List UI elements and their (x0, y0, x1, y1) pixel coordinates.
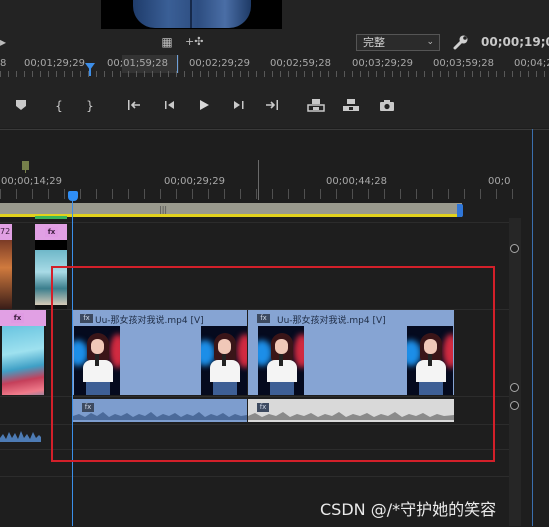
fx-badge: fx (45, 227, 58, 237)
ruler-tick: 00;02;29;29 (189, 58, 251, 69)
clip-label: 72 (0, 224, 12, 240)
timeline-playhead[interactable] (68, 191, 78, 201)
vertical-zoom-scrollbar[interactable] (509, 218, 521, 526)
work-area-grip-icon[interactable]: ||| (159, 205, 167, 214)
clip-thumbnail (0, 240, 12, 309)
quality-value: 完整 (363, 36, 385, 49)
annotation-highlight-box (51, 266, 495, 462)
watermark-text: CSDN @/*守护她的笑容 (320, 500, 497, 519)
program-preview (101, 0, 282, 29)
ruler-tick: 8 (0, 58, 7, 69)
sequence-marker[interactable] (22, 161, 29, 170)
scrollbar-handle[interactable] (510, 401, 519, 410)
frame-icon[interactable]: ▦ (159, 35, 175, 49)
monitor-time-ruler[interactable] (0, 71, 549, 77)
audio-waveform (0, 431, 41, 442)
ruler-tick: 00;02;59;28 (270, 58, 332, 69)
extract-icon[interactable] (342, 98, 360, 114)
track-divider (0, 476, 513, 477)
audio-clip-fragment[interactable] (0, 426, 41, 447)
timeline-ruler-tick: 00;0 (488, 176, 511, 187)
mark-out-icon[interactable]: } (81, 98, 99, 114)
timeline-ruler-tick: 00;00;14;29 (1, 176, 63, 187)
fx-badge: fx (11, 313, 24, 323)
timeline-ruler-tick: 00;00;29;29 (164, 176, 226, 187)
panel-border (532, 129, 533, 526)
ruler-tick: 00;01;59;28 (107, 58, 169, 69)
scrollbar-handle[interactable] (510, 244, 519, 253)
step-back-icon[interactable] (160, 98, 178, 114)
track-divider (0, 222, 513, 223)
ruler-tick: 00;04;2 (514, 58, 549, 69)
chevron-down-icon: ⌄ (426, 37, 434, 47)
clip-selection-indicator (35, 216, 67, 219)
add-marker-icon[interactable] (12, 98, 30, 114)
lift-icon[interactable] (307, 98, 325, 114)
video-clip[interactable]: 72 (0, 224, 12, 309)
go-to-in-icon[interactable] (125, 98, 143, 114)
ruler-tick: 00;03;59;28 (433, 58, 495, 69)
ruler-tick: 00;03;29;29 (352, 58, 414, 69)
scrollbar-handle[interactable] (510, 383, 519, 392)
export-frame-camera-icon[interactable] (378, 98, 396, 114)
timeline-ruler-tick: 00;00;44;28 (326, 176, 388, 187)
clip-thumbnail (2, 326, 44, 395)
work-area-end-handle[interactable] (457, 204, 463, 217)
go-to-out-icon[interactable] (263, 98, 281, 114)
wrench-settings-icon[interactable] (452, 34, 470, 50)
playback-quality-select[interactable]: 完整 ⌄ (356, 34, 440, 51)
ruler-tick: 00;01;29;29 (24, 58, 86, 69)
mark-in-icon[interactable]: { (50, 98, 68, 114)
monitor-playhead-line (89, 66, 91, 76)
panel-edge-icon: ▸ (0, 35, 7, 49)
step-forward-icon[interactable] (230, 98, 248, 114)
insert-clip-icon[interactable]: +✣ (185, 35, 203, 49)
video-clip[interactable]: fx (0, 310, 46, 395)
play-icon[interactable] (195, 98, 213, 114)
render-status-bar (0, 214, 462, 217)
sequence-marker-tail (25, 170, 26, 173)
playhead-timecode[interactable]: 00;00;19;0 (481, 35, 549, 49)
